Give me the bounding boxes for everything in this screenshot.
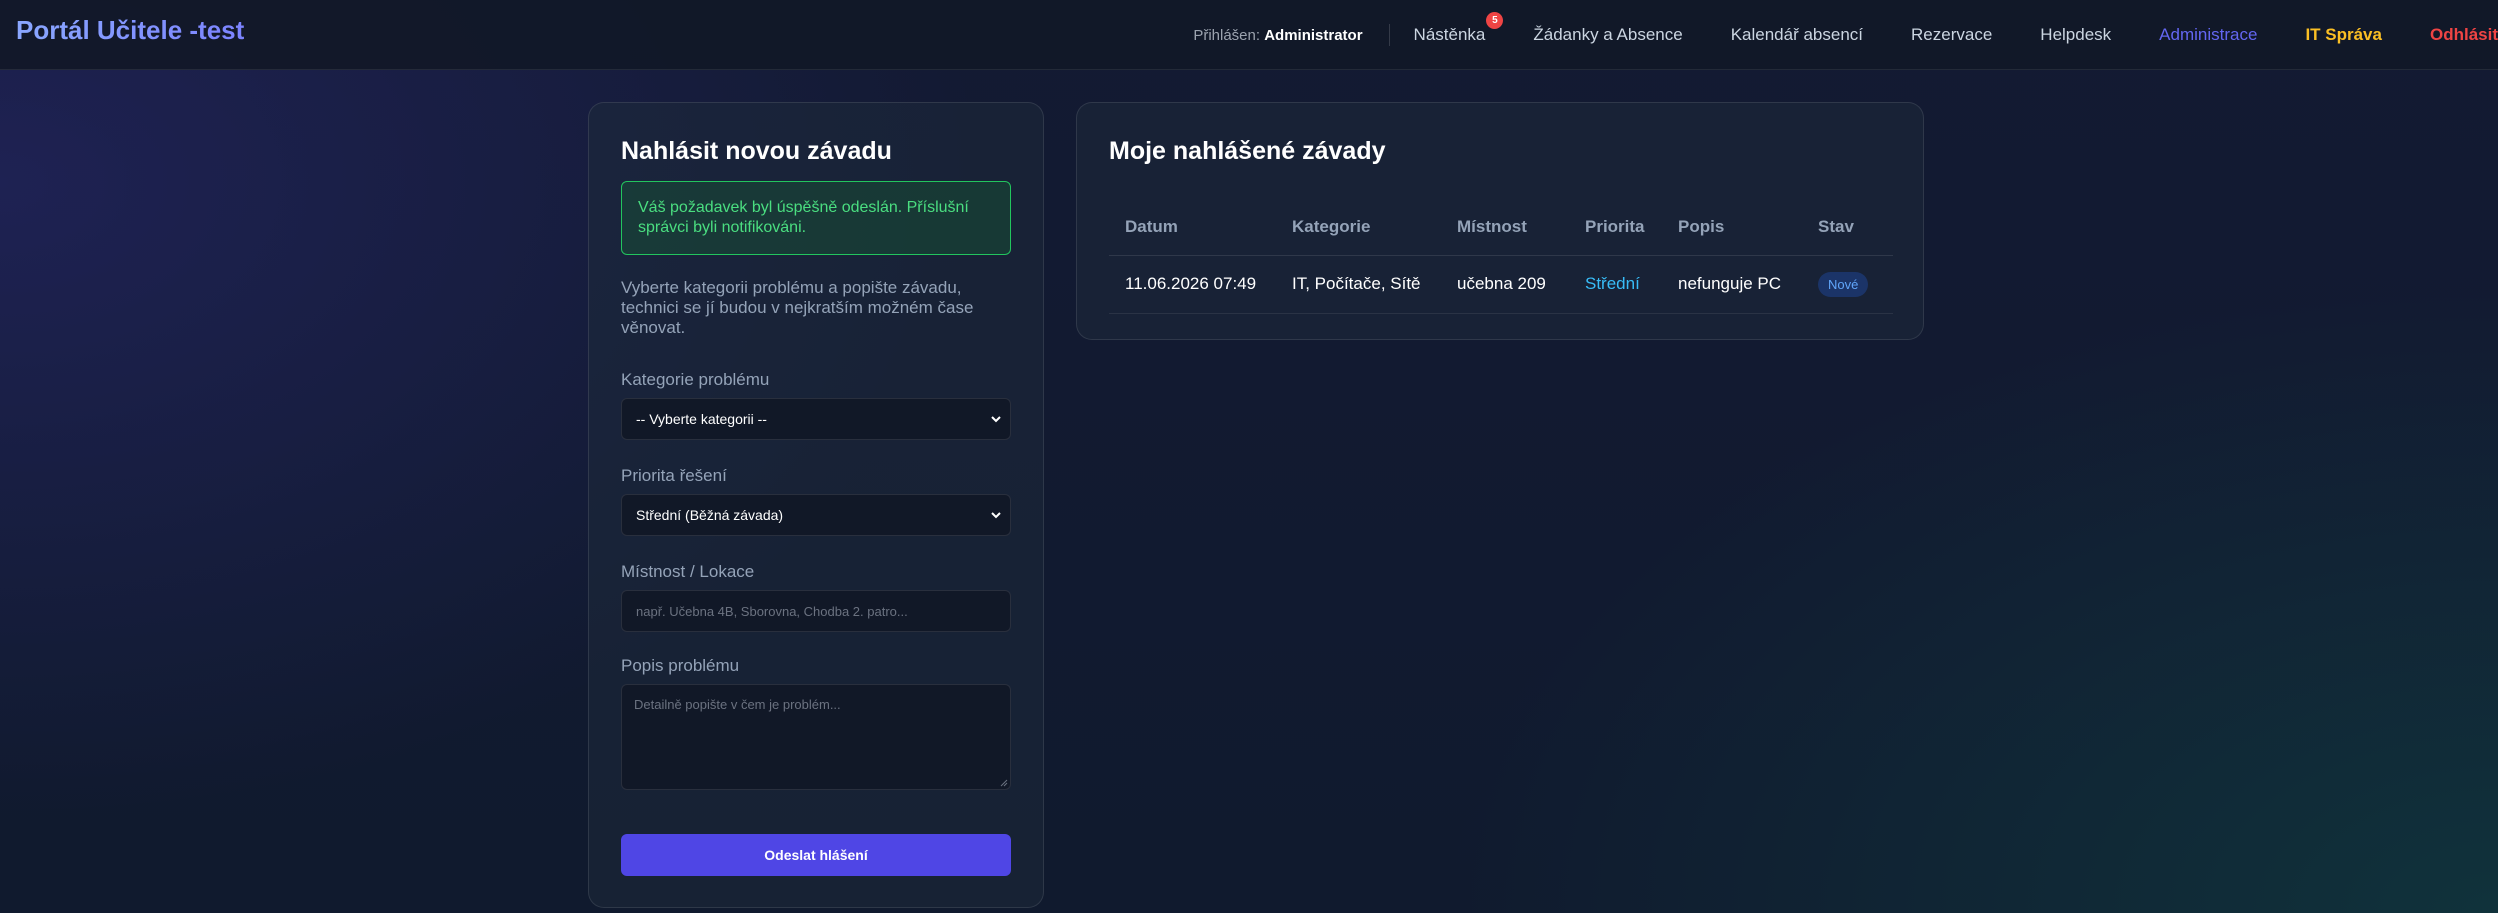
cell-date: 11.06.2026 07:49 [1109, 255, 1276, 314]
nav-item-helpdesk[interactable]: Helpdesk [2040, 25, 2111, 45]
status-badge: Nové [1818, 271, 1869, 297]
chevron-down-icon [991, 512, 1001, 519]
main-nav: Přihlášen: Administrator Nástěnka 5 Žáda… [1193, 0, 2498, 70]
room-label: Místnost / Lokace [621, 562, 755, 581]
category-select[interactable]: -- Vyberte kategorii -- [621, 398, 1011, 440]
brand-title[interactable]: Portál Učitele -test [16, 15, 244, 46]
nav-item-label: Nástěnka [1413, 25, 1486, 44]
col-header-kategorie: Kategorie [1276, 199, 1441, 256]
form-title: Nahlásit novou závadu [621, 137, 892, 165]
col-header-datum: Datum [1109, 199, 1276, 256]
success-alert: Váš požadavek byl úspěšně odeslán. Přísl… [621, 181, 1011, 255]
logout-link[interactable]: Odhlásit [2430, 25, 2498, 45]
category-select-value: -- Vyberte kategorii -- [636, 411, 767, 427]
col-header-mistnost: Místnost [1441, 199, 1569, 256]
category-label: Kategorie problému [621, 370, 770, 389]
room-input[interactable]: např. Učebna 4B, Sborovna, Chodba 2. pat… [621, 590, 1011, 632]
reports-table: Datum Kategorie Místnost Priorita Popis … [1109, 199, 1893, 314]
chevron-down-icon [991, 416, 1001, 423]
nav-item-administrace[interactable]: Administrace [2159, 25, 2257, 45]
report-form-card: Nahlásit novou závadu Váš požadavek byl … [588, 102, 1044, 908]
nav-item-nastenka[interactable]: Nástěnka 5 [1413, 12, 1504, 45]
nav-item-kalendar[interactable]: Kalendář absencí [1731, 25, 1863, 45]
submit-report-button[interactable]: Odeslat hlášení [621, 834, 1011, 876]
logged-in-label: Přihlášen: [1193, 26, 1261, 44]
table-header-row: Datum Kategorie Místnost Priorita Popis … [1109, 199, 1893, 256]
description-label: Popis problému [621, 656, 740, 675]
cell-priority: Střední [1569, 255, 1662, 314]
priority-select-value: Střední (Běžná závada) [636, 507, 784, 523]
nav-divider [1388, 24, 1390, 46]
cell-description: nefunguje PC [1662, 255, 1802, 314]
col-header-priorita: Priorita [1569, 199, 1662, 256]
cell-status: Nové [1802, 255, 1893, 314]
priority-label: Priorita řešení [621, 466, 727, 485]
col-header-popis: Popis [1662, 199, 1802, 256]
priority-select[interactable]: Střední (Běžná závada) [621, 494, 1011, 536]
reports-title: Moje nahlášené závady [1109, 137, 1386, 165]
notification-badge: 5 [1486, 12, 1504, 29]
form-intro: Vyberte kategorii problému a popište záv… [621, 278, 974, 337]
col-header-stav: Stav [1802, 199, 1893, 256]
nav-item-rezervace[interactable]: Rezervace [1911, 25, 1992, 45]
table-row[interactable]: 11.06.2026 07:49 IT, Počítače, Sítě učeb… [1109, 255, 1893, 314]
logged-in-info: Přihlášen: Administrator [1193, 27, 1362, 44]
logged-in-user: Administrator [1264, 26, 1363, 44]
cell-category: IT, Počítače, Sítě [1276, 255, 1441, 314]
my-reports-card: Moje nahlášené závady Datum Kategorie Mí… [1076, 102, 1924, 340]
description-placeholder: Detailně popište v čem je problém... [634, 697, 841, 712]
resize-grip-icon[interactable] [1000, 779, 1008, 787]
description-textarea[interactable]: Detailně popište v čem je problém... [621, 684, 1011, 790]
top-navbar: Portál Učitele -test Přihlášen: Administ… [0, 0, 2498, 70]
cell-room: učebna 209 [1441, 255, 1569, 314]
nav-item-it-sprava[interactable]: IT Správa [2305, 25, 2382, 45]
nav-item-zadanky[interactable]: Žádanky a Absence [1533, 25, 1682, 45]
